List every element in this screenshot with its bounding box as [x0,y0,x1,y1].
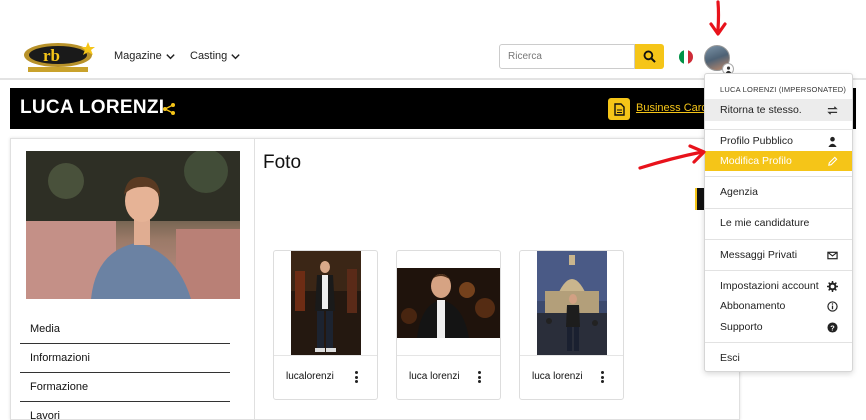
menu-item-return-self[interactable]: Ritorna te stesso. [705,99,852,121]
top-navbar: rb Magazine Casting [0,0,866,80]
svg-text:?: ? [830,323,835,332]
profile-side-menu: Media Informazioni Formazione Lavori [20,315,230,420]
menu-item-edit-profile[interactable]: Modifica Profilo [705,151,852,171]
menu-item-private-messages[interactable]: Messaggi Privati [705,245,852,265]
menu-item-agency[interactable]: Agenzia [705,182,852,202]
user-icon [828,136,837,147]
photo-thumbnail[interactable] [537,251,607,355]
more-options-icon[interactable] [476,369,482,385]
menu-item-logout[interactable]: Esci [705,348,852,368]
photo-thumbnail[interactable] [397,268,500,338]
search-icon [643,50,656,63]
chevron-down-icon [231,53,240,59]
nav-magazine[interactable]: Magazine [114,50,176,62]
business-card-icon[interactable] [608,98,630,120]
photos-section-title: Foto [263,152,302,173]
annotation-arrow-right [638,144,706,170]
italian-flag-icon[interactable] [679,50,693,64]
search-input[interactable] [499,44,635,69]
photo-thumbnail[interactable] [291,251,361,355]
info-icon [827,301,838,312]
svg-text:rb: rb [43,46,60,65]
site-logo[interactable]: rb [22,40,98,74]
profile-sidebar: Media Informazioni Formazione Lavori [11,139,255,420]
more-options-icon[interactable] [599,369,605,385]
search-button[interactable] [635,44,664,69]
user-dropdown-menu: LUCA LORENZI (IMPERSONATED) Ritorna te s… [704,73,853,372]
photo-card[interactable]: luca lorenzi [396,250,501,400]
menu-item-public-profile[interactable]: Profilo Pubblico [705,131,852,151]
nav-casting-label: Casting [190,50,228,62]
help-icon: ? [827,322,838,333]
side-menu-lavori[interactable]: Lavori [20,402,230,420]
envelope-icon [827,251,838,260]
menu-item-applications[interactable]: Le mie candidature [705,213,852,233]
photo-card-label: lucalorenzi [286,371,334,382]
dropdown-header: LUCA LORENZI (IMPERSONATED) [720,85,847,94]
photo-card-label: luca lorenzi [532,371,583,382]
more-options-icon[interactable] [353,369,359,385]
pencil-icon [828,156,838,166]
photo-card[interactable]: luca lorenzi [519,250,624,400]
swap-icon [827,106,838,115]
profile-name: LUCA LORENZI [20,97,165,118]
side-menu-informazioni[interactable]: Informazioni [20,344,230,373]
nav-casting[interactable]: Casting [190,50,241,62]
share-icon[interactable] [162,102,176,116]
side-menu-media[interactable]: Media [20,315,230,344]
menu-item-account-settings[interactable]: Impostazioni account [705,276,852,296]
profile-photo [26,151,240,299]
business-card-link[interactable]: Business Card [636,102,708,114]
nav-magazine-label: Magazine [114,50,162,62]
photo-card[interactable]: lucalorenzi [273,250,378,400]
chevron-down-icon [166,53,175,59]
menu-item-support[interactable]: Supporto ? [705,317,852,337]
gear-icon [827,281,838,292]
annotation-arrow-down [709,0,727,36]
menu-item-subscription[interactable]: Abbonamento [705,296,852,316]
side-menu-formazione[interactable]: Formazione [20,373,230,402]
photo-card-label: luca lorenzi [409,371,460,382]
